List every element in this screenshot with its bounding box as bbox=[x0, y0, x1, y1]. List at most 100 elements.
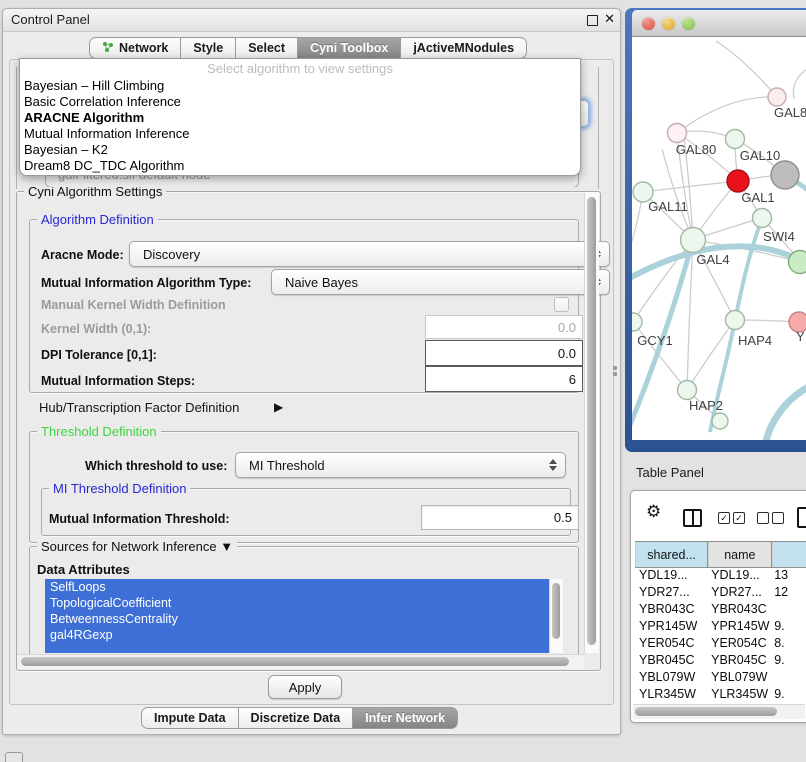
mi-steps-input[interactable]: 6 bbox=[425, 366, 583, 392]
kernel-width-input[interactable]: 0.0 bbox=[425, 315, 583, 339]
attributes-scrollbar[interactable] bbox=[549, 579, 563, 653]
algorithm-option[interactable]: Bayesian – Hill Climbing bbox=[24, 78, 576, 94]
unchecked-checkbox-icon[interactable] bbox=[772, 512, 784, 524]
table-horizontal-scrollbar[interactable] bbox=[633, 704, 805, 719]
algorithm-option[interactable]: Dream8 DC_TDC Algorithm bbox=[24, 158, 576, 174]
network-node[interactable] bbox=[771, 161, 799, 189]
data-attribute-item[interactable]: BetweennessCentrality bbox=[45, 611, 549, 627]
control-panel-window: Control Panel ✕ NetworkStyleSelectCyni T… bbox=[2, 8, 621, 735]
collapse-arrow-icon[interactable]: ▼ bbox=[220, 539, 233, 554]
network-node[interactable] bbox=[712, 413, 728, 429]
algorithm-option[interactable]: ARACNE Algorithm bbox=[24, 110, 576, 126]
hub-section-label[interactable]: Hub/Transcription Factor Definition bbox=[39, 400, 239, 415]
checked-checkbox-icon[interactable]: ✓ bbox=[733, 512, 745, 524]
column-header[interactable] bbox=[772, 542, 806, 567]
node-label: GAL8 bbox=[774, 105, 806, 120]
algorithm-definition-title: Algorithm Definition bbox=[37, 212, 158, 227]
table-row[interactable]: YBR045CYBR045C9. bbox=[635, 652, 806, 669]
network-edge-highlighted[interactable] bbox=[765, 385, 806, 440]
table-row[interactable]: YLR345WYLR345W9. bbox=[635, 686, 806, 703]
network-node[interactable] bbox=[726, 130, 745, 149]
apply-button[interactable]: Apply bbox=[268, 675, 342, 699]
data-attribute-item[interactable]: SelfLoops bbox=[45, 579, 549, 595]
table-row[interactable]: YPR145WYPR145W9. bbox=[635, 618, 806, 635]
network-node[interactable] bbox=[632, 313, 642, 331]
tab-infer-network[interactable]: Infer Network bbox=[353, 707, 458, 729]
network-node[interactable] bbox=[753, 209, 772, 228]
combo-spinner-icon bbox=[549, 459, 557, 471]
hidden-groupbox-left-border bbox=[16, 67, 17, 189]
table-cell: YDL19... bbox=[635, 567, 707, 584]
close-traffic-light-icon[interactable] bbox=[642, 17, 655, 30]
algorithm-option[interactable]: Mutual Information Inference bbox=[24, 126, 576, 142]
column-header[interactable]: shared... bbox=[635, 542, 708, 567]
table-cell: 13 bbox=[770, 567, 806, 584]
network-node[interactable] bbox=[681, 228, 706, 253]
tab-impute-data[interactable]: Impute Data bbox=[141, 707, 239, 729]
tab-jactivemnodules[interactable]: jActiveMNodules bbox=[401, 37, 527, 59]
attributes-scrollbar-thumb[interactable] bbox=[552, 583, 560, 639]
table-horizontal-scrollbar-thumb[interactable] bbox=[635, 707, 777, 716]
mi-threshold-group-title: MI Threshold Definition bbox=[49, 481, 190, 496]
table-row[interactable]: YBL079WYBL079W bbox=[635, 669, 806, 686]
network-node[interactable] bbox=[789, 251, 806, 274]
zoom-traffic-light-icon[interactable] bbox=[682, 17, 695, 30]
checked-checkbox-icon[interactable]: ✓ bbox=[718, 512, 730, 524]
float-window-icon[interactable] bbox=[587, 15, 598, 26]
dpi-tolerance-input[interactable]: 0.0 bbox=[425, 340, 583, 366]
table-row[interactable]: YDR27...YDR27...12 bbox=[635, 584, 806, 601]
settings-horizontal-scrollbar-thumb[interactable] bbox=[21, 657, 569, 666]
network-edge[interactable] bbox=[716, 41, 777, 97]
tab-network[interactable]: Network bbox=[89, 37, 181, 59]
network-node[interactable] bbox=[726, 311, 745, 330]
hidden-groupbox-right-border bbox=[598, 67, 599, 189]
network-edge[interactable] bbox=[643, 181, 738, 192]
table-row[interactable]: YER054CYER054C8. bbox=[635, 635, 806, 652]
mi-type-combo[interactable]: Naive Bayes bbox=[271, 269, 610, 295]
table-settings-gear-icon[interactable]: ⚙ bbox=[646, 503, 661, 520]
network-node[interactable] bbox=[668, 124, 687, 143]
document-icon[interactable] bbox=[797, 507, 806, 528]
close-icon[interactable]: ✕ bbox=[604, 11, 615, 27]
network-icon bbox=[102, 41, 114, 53]
network-edge[interactable] bbox=[677, 97, 777, 133]
data-attribute-item[interactable]: TopologicalCoefficient bbox=[45, 595, 549, 611]
minimize-traffic-light-icon[interactable] bbox=[662, 17, 675, 30]
table-row[interactable]: YBR043CYBR043C bbox=[635, 601, 806, 618]
network-node[interactable] bbox=[678, 381, 697, 400]
split-pane-divider[interactable] bbox=[611, 364, 619, 378]
tab-cyni-toolbox[interactable]: Cyni Toolbox bbox=[298, 37, 401, 59]
table-cell: YLR345W bbox=[707, 686, 770, 703]
network-window-titlebar[interactable] bbox=[632, 10, 806, 37]
algorithm-option[interactable]: Bayesian – K2 bbox=[24, 142, 576, 158]
algorithm-option[interactable]: Basic Correlation Inference bbox=[24, 94, 576, 110]
table-rows: YDL19...YDL19...13YDR27...YDR27...12YBR0… bbox=[635, 567, 806, 704]
settings-horizontal-scrollbar[interactable] bbox=[17, 654, 584, 669]
settings-vertical-scrollbar-thumb[interactable] bbox=[587, 197, 596, 645]
tab-style[interactable]: Style bbox=[181, 37, 236, 59]
aracne-mode-combo[interactable]: Discovery bbox=[129, 241, 610, 267]
unchecked-checkbox-icon[interactable] bbox=[757, 512, 769, 524]
network-edge[interactable] bbox=[662, 149, 693, 240]
column-header[interactable]: name bbox=[708, 542, 771, 567]
network-canvas[interactable]: GAL8GAL80GAL10GAL1SWI4GAL11GAL4GCY1HAP4Y… bbox=[632, 37, 806, 440]
control-panel-titlebar[interactable]: Control Panel ✕ bbox=[3, 9, 620, 32]
which-threshold-value: MI Threshold bbox=[249, 458, 325, 473]
table-header: shared...name bbox=[635, 541, 806, 568]
mi-threshold-input[interactable]: 0.5 bbox=[421, 505, 579, 530]
expand-arrow-icon[interactable]: ▶ bbox=[274, 400, 283, 414]
network-edge[interactable] bbox=[793, 67, 806, 99]
network-node[interactable] bbox=[768, 88, 786, 106]
data-attribute-item[interactable]: gal4RGexp bbox=[45, 627, 549, 643]
tab-select[interactable]: Select bbox=[236, 37, 298, 59]
algorithm-dropdown-list: Bayesian – Hill ClimbingBasic Correlatio… bbox=[24, 78, 576, 174]
which-threshold-combo[interactable]: MI Threshold bbox=[235, 452, 566, 478]
table-cell: YPR145W bbox=[707, 618, 770, 635]
algorithm-dropdown: Select algorithm to view settings Bayesi… bbox=[19, 58, 581, 176]
table-row[interactable]: YDL19...YDL19...13 bbox=[635, 567, 806, 584]
split-columns-icon[interactable] bbox=[683, 509, 702, 527]
tab-discretize-data[interactable]: Discretize Data bbox=[239, 707, 354, 729]
settings-vertical-scrollbar[interactable] bbox=[584, 193, 599, 653]
manual-kernel-checkbox[interactable] bbox=[554, 297, 569, 312]
network-node[interactable] bbox=[727, 170, 749, 192]
